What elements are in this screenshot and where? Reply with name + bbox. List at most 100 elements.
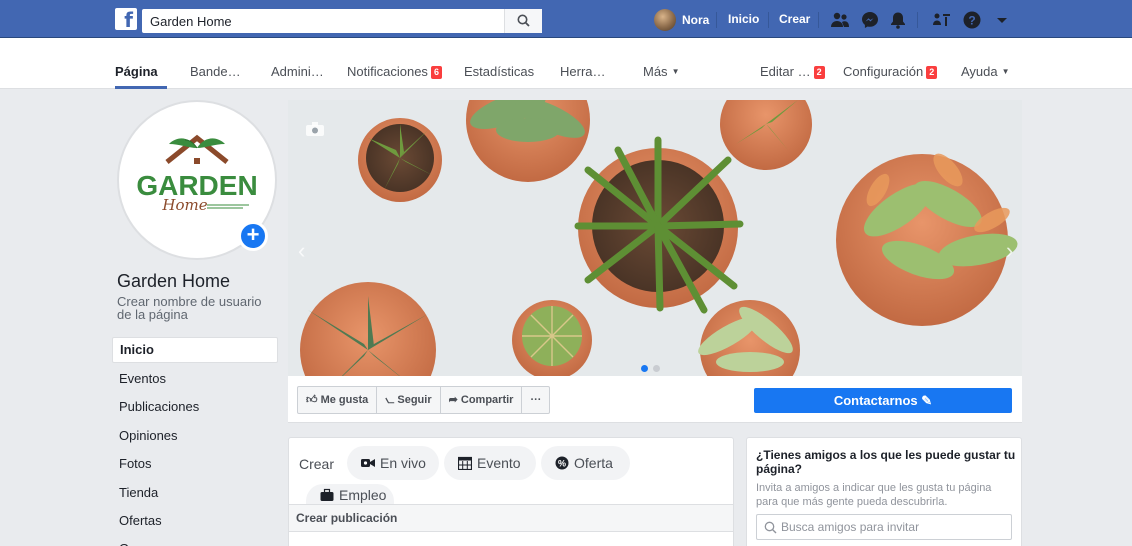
tab-label: Ayuda <box>961 64 998 79</box>
page-navigation: Página Bande… Admini… Notificaciones 6 Es… <box>0 38 1132 89</box>
home-link[interactable]: Inicio <box>728 12 759 26</box>
avatar <box>654 9 676 31</box>
tab-more[interactable]: Más ▼ <box>643 64 679 79</box>
follow-label: Seguir <box>397 394 432 406</box>
svg-text:%: % <box>558 459 566 469</box>
invite-description: Invita a amigos a indicar que les gusta … <box>756 482 992 508</box>
video-camera-icon <box>361 459 375 467</box>
invite-search-input[interactable] <box>781 518 1006 536</box>
left-sidebar-menu: Inicio Eventos Publicaciones Opiniones F… <box>112 337 278 546</box>
chevron-left-icon[interactable]: ‹ <box>298 238 305 264</box>
tab-inbox[interactable]: Bande… <box>190 64 241 79</box>
briefcase-icon <box>320 488 334 501</box>
notification-count-badge: 6 <box>430 66 442 79</box>
add-photo-button[interactable]: + <box>238 221 268 251</box>
help-icon[interactable]: ? <box>962 10 982 30</box>
tab-insights[interactable]: Estadísticas <box>464 64 534 79</box>
tab-settings[interactable]: Configuración 2 <box>843 64 938 79</box>
sidebar-item-fotos[interactable]: Fotos <box>112 450 278 478</box>
divider <box>917 12 918 28</box>
create-link[interactable]: Crear <box>779 12 810 26</box>
offer-button[interactable]: % Oferta <box>541 446 630 480</box>
live-label: En vivo <box>380 455 426 471</box>
follow-button[interactable]: ⦦ Seguir <box>377 387 441 413</box>
create-post-header[interactable]: Crear publicación <box>289 504 733 532</box>
tab-notifications[interactable]: Notificaciones 6 <box>347 64 442 79</box>
tab-pagina[interactable]: Página <box>115 64 158 79</box>
page-roles-icon[interactable] <box>932 10 952 30</box>
share-label: Compartir <box>460 394 514 406</box>
search-input[interactable] <box>142 9 504 33</box>
search-icon <box>764 521 777 534</box>
event-button[interactable]: Evento <box>444 446 536 480</box>
search-button[interactable] <box>504 9 542 33</box>
active-tab-indicator <box>115 86 167 89</box>
count-badge: 2 <box>926 66 938 79</box>
like-button[interactable]: 👍︎ Me gusta <box>298 387 378 413</box>
more-options-button[interactable]: ··· <box>522 387 549 413</box>
tab-label: Editar … <box>760 64 811 79</box>
contact-label: Contactarnos <box>833 393 918 408</box>
sidebar-item-tienda[interactable]: Tienda <box>112 479 278 507</box>
divider <box>818 12 819 28</box>
facebook-logo-icon[interactable]: f <box>115 8 137 32</box>
invite-title: ¿Tienes amigos a los que les puede gusta… <box>756 448 1016 476</box>
divider <box>716 12 717 28</box>
sidebar-item-grupos[interactable]: Grupos <box>112 535 278 546</box>
sidebar-item-inicio[interactable]: Inicio <box>112 337 278 363</box>
job-button[interactable]: Empleo <box>306 484 394 504</box>
count-badge: 2 <box>813 66 825 79</box>
friend-requests-icon[interactable] <box>830 10 850 30</box>
live-video-button[interactable]: En vivo <box>347 446 439 480</box>
contact-us-button[interactable]: Contactarnos ✎ <box>754 388 1012 413</box>
sidebar-item-publicaciones[interactable]: Publicaciones <box>112 393 278 421</box>
job-label: Empleo <box>339 487 387 503</box>
chevron-right-icon[interactable]: › <box>1006 238 1013 264</box>
sidebar-item-ofertas[interactable]: Ofertas <box>112 507 278 535</box>
user-name: Nora <box>682 13 710 27</box>
create-post-box: Crear En vivo Evento % Oferta Empleo Crea… <box>288 437 734 546</box>
page-title: Garden Home <box>117 271 231 291</box>
succulents-cover-image <box>288 100 1022 376</box>
invite-search-box <box>756 514 1012 540</box>
profile-link[interactable]: Nora <box>654 8 709 32</box>
tab-help[interactable]: Ayuda ▼ <box>961 64 1010 79</box>
tab-label: Notificaciones <box>347 64 428 79</box>
chevron-down-icon: ▼ <box>671 67 680 76</box>
tab-label: Más <box>643 64 668 79</box>
share-arrow-icon: ➦ <box>448 394 458 406</box>
share-button[interactable]: ➦ Compartir <box>441 387 523 413</box>
create-username-link[interactable]: Crear nombre de usuario de la página <box>117 295 277 321</box>
top-bar: f Nora Inicio Crear ? <box>0 0 1132 38</box>
tab-tools[interactable]: Herra… <box>560 64 606 79</box>
logo-script: Home <box>161 196 207 214</box>
thumbs-up-icon: 👍︎ <box>306 394 318 406</box>
invite-friends-box: ¿Tienes amigos a los que les puede gusta… <box>746 437 1022 546</box>
tab-ads-manager[interactable]: Admini… <box>271 64 324 79</box>
tab-label: Configuración <box>843 64 924 79</box>
carousel-dot-active[interactable] <box>641 365 648 372</box>
notifications-bell-icon[interactable] <box>888 10 908 30</box>
divider <box>768 12 769 28</box>
sidebar-item-eventos[interactable]: Eventos <box>112 365 278 393</box>
pencil-icon: ✎ <box>921 393 933 408</box>
camera-icon[interactable] <box>306 122 324 136</box>
cover-photo[interactable] <box>288 100 1022 376</box>
svg-text:?: ? <box>968 14 975 28</box>
like-label: Me gusta <box>320 394 369 406</box>
calendar-icon <box>458 456 472 470</box>
tab-edit-info[interactable]: Editar … 2 <box>760 64 825 79</box>
create-label: Crear <box>299 456 335 472</box>
cover-carousel-dots <box>641 361 665 375</box>
rss-icon: ⦦ <box>385 394 395 406</box>
carousel-dot[interactable] <box>653 365 660 372</box>
sidebar-item-opiniones[interactable]: Opiniones <box>112 422 278 450</box>
offer-label: Oferta <box>574 455 613 471</box>
messenger-icon[interactable] <box>860 10 880 30</box>
search-box <box>142 9 542 33</box>
chevron-down-icon: ▼ <box>1001 67 1010 76</box>
event-label: Evento <box>477 455 521 471</box>
search-icon <box>517 14 530 27</box>
offer-tag-icon: % <box>555 456 569 470</box>
account-menu-caret-icon[interactable] <box>992 10 1012 30</box>
